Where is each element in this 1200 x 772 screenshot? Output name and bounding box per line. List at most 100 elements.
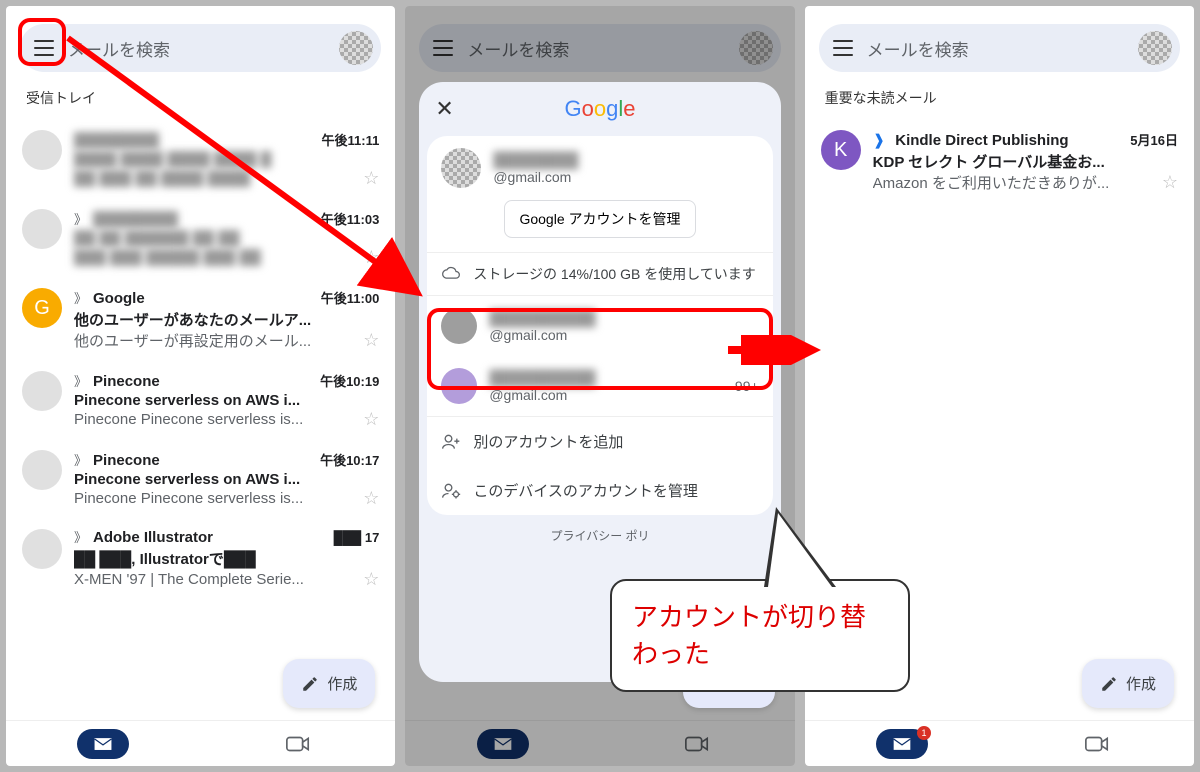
chevron-icon: 》 <box>74 213 87 226</box>
email-item[interactable]: 》 Pinecone 午後10:19 Pinecone serverless o… <box>22 361 379 440</box>
preview: Pinecone Pinecone serverless is... <box>74 490 355 507</box>
avatar <box>441 308 477 344</box>
tab-bar: 1 <box>805 720 1194 766</box>
annotation-bubble: アカウントが切り替わった <box>610 579 910 692</box>
chevron-icon: 》 <box>74 375 87 388</box>
compose-label: 作成 <box>327 673 357 694</box>
chevron-icon: 》 <box>74 531 87 544</box>
time: 5月16日 <box>1130 130 1178 149</box>
sender: Google <box>93 290 315 307</box>
avatar <box>441 368 477 404</box>
unread-badge: 1 <box>917 726 931 740</box>
gmail-screen-inbox: メールを検索 受信トレイ ████████ 午後11:11 ████ ████ … <box>6 6 395 766</box>
other-account-row[interactable]: ██████████ @gmail.com <box>427 296 772 356</box>
star-icon[interactable]: ☆ <box>1162 172 1178 193</box>
sender-avatar: K <box>821 130 861 170</box>
tab-video[interactable] <box>999 721 1194 766</box>
cloud-icon <box>441 266 461 282</box>
manage-account-button[interactable]: Google アカウントを管理 <box>504 200 695 238</box>
compose-button[interactable]: 作成 <box>1082 659 1174 708</box>
google-logo: Google <box>459 96 740 122</box>
preview: X-MEN '97 | The Complete Serie... <box>74 571 355 588</box>
search-bar[interactable]: メールを検索 <box>20 24 381 72</box>
star-icon[interactable]: ☆ <box>363 569 379 590</box>
star-icon[interactable]: ☆ <box>363 247 379 268</box>
add-user-icon <box>441 432 461 452</box>
manage-device-accounts-row[interactable]: このデバイスのアカウントを管理 <box>427 466 772 515</box>
sender-avatar <box>22 209 62 249</box>
tab-video[interactable] <box>201 721 396 766</box>
time: 午後11:11 <box>322 130 380 149</box>
add-account-row[interactable]: 別のアカウントを追加 <box>427 417 772 466</box>
search-bar: メールを検索 <box>419 24 780 72</box>
compose-button[interactable]: 作成 <box>283 659 375 708</box>
subject: ████ ████ ████ ████ █ <box>74 151 379 168</box>
menu-icon[interactable] <box>833 40 853 56</box>
current-account[interactable]: ████████ @gmail.com <box>427 136 772 200</box>
sender-avatar <box>22 130 62 170</box>
sender: ████████ <box>93 211 315 228</box>
tab-mail[interactable]: 1 <box>805 721 1000 766</box>
email-item[interactable]: 》 Pinecone 午後10:17 Pinecone serverless o… <box>22 440 379 519</box>
sender-avatar <box>22 371 62 411</box>
sender: Pinecone <box>93 373 314 390</box>
chevron-icon: 》 <box>74 292 87 305</box>
search-bar[interactable]: メールを検索 <box>819 24 1180 72</box>
account-avatar[interactable] <box>339 31 373 65</box>
menu-icon <box>433 40 453 56</box>
menu-icon[interactable] <box>34 40 54 56</box>
sender: Pinecone <box>93 452 314 469</box>
tab-bar <box>6 720 395 766</box>
sender: ████████ <box>74 132 316 149</box>
sender-avatar <box>22 450 62 490</box>
subject: ██ ██ ██████ ██ ██ <box>74 230 379 247</box>
time: 午後11:03 <box>321 209 380 228</box>
email-item[interactable]: G 》 Google 午後11:00 他のユーザーがあなたのメールア... 他の… <box>22 278 379 361</box>
other-account-row[interactable]: ██████████ @gmail.com 99+ <box>427 356 772 416</box>
star-icon[interactable]: ☆ <box>363 168 379 189</box>
manage-accounts-icon <box>441 481 461 501</box>
pencil-icon <box>1100 675 1118 693</box>
subject: Pinecone serverless on AWS i... <box>74 471 379 488</box>
star-icon[interactable]: ☆ <box>363 330 379 351</box>
time: 午後10:17 <box>320 450 379 469</box>
email-list: ████████ 午後11:11 ████ ████ ████ ████ █ █… <box>6 120 395 720</box>
section-label: 受信トレイ <box>6 86 395 120</box>
time: 午後10:19 <box>320 371 379 390</box>
email-item[interactable]: K ❱ Kindle Direct Publishing 5月16日 KDP セ… <box>821 120 1178 203</box>
email-item[interactable]: 》 Adobe Illustrator ███ 17 ██ ███, Illus… <box>22 519 379 600</box>
star-icon[interactable]: ☆ <box>363 409 379 430</box>
privacy-link[interactable]: プライバシー ポリ <box>419 515 780 544</box>
storage-row[interactable]: ストレージの 14%/100 GB を使用しています <box>427 252 772 295</box>
preview: ██ ███ ██ ████ ████ <box>74 170 355 187</box>
account-avatar <box>739 31 773 65</box>
subject: Pinecone serverless on AWS i... <box>74 392 379 409</box>
unread-count: 99+ <box>735 378 759 394</box>
email-item[interactable]: 》 ████████ 午後11:03 ██ ██ ██████ ██ ██ ██… <box>22 199 379 278</box>
preview: Pinecone Pinecone serverless is... <box>74 411 355 428</box>
sender-avatar: G <box>22 288 62 328</box>
sender: Adobe Illustrator <box>93 529 328 546</box>
chevron-icon: 》 <box>74 454 87 467</box>
preview: ███ ███ █████ ███ ██ <box>74 249 355 266</box>
time: ███ 17 <box>334 530 380 545</box>
pencil-icon <box>301 675 319 693</box>
subject: ██ ███, Illustratorで███ <box>74 548 379 569</box>
search-placeholder: メールを検索 <box>68 36 325 61</box>
video-icon <box>285 734 311 754</box>
close-icon[interactable]: ✕ <box>435 96 459 122</box>
sender-avatar <box>22 529 62 569</box>
subject: KDP セレクト グローバル基金お... <box>873 151 1178 172</box>
avatar <box>441 148 481 188</box>
email-item[interactable]: ████████ 午後11:11 ████ ████ ████ ████ █ █… <box>22 120 379 199</box>
account-avatar[interactable] <box>1138 31 1172 65</box>
video-icon <box>1084 734 1110 754</box>
star-icon[interactable]: ☆ <box>363 488 379 509</box>
time: 午後11:00 <box>321 288 380 307</box>
important-marker: ❱ <box>873 131 886 149</box>
account-card: ████████ @gmail.com Google アカウントを管理 ストレー… <box>427 136 772 515</box>
preview: Amazon をご利用いただきありが... <box>873 172 1154 193</box>
preview: 他のユーザーが再設定用のメール... <box>74 330 355 351</box>
tab-mail[interactable] <box>6 721 201 766</box>
section-label: 重要な未読メール <box>805 86 1194 120</box>
